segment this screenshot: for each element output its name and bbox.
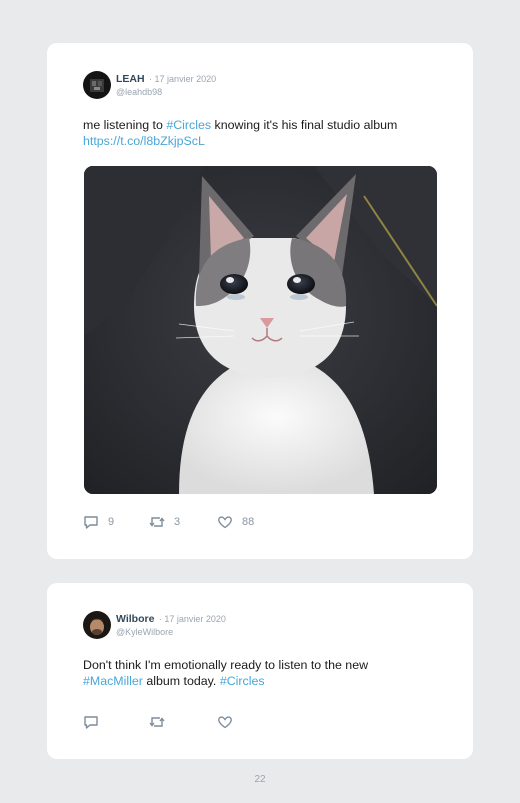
tweet-text-part: knowing it's his final studio album	[211, 118, 398, 132]
author-name[interactable]: LEAH	[116, 73, 145, 85]
reply-button[interactable]: 9	[83, 514, 114, 530]
hashtag-link[interactable]: #Circles	[220, 674, 265, 688]
url-link[interactable]: https://t.co/l8bZkjpScL	[83, 134, 205, 148]
retweet-icon	[149, 717, 165, 727]
heart-icon	[218, 716, 232, 729]
tweet-image[interactable]	[84, 166, 437, 494]
reply-icon	[84, 516, 98, 529]
tweet-card: Wilbore · 17 janvier 2020 @KyleWilbore D…	[47, 583, 473, 759]
avatar[interactable]	[83, 611, 111, 639]
tweet-text: Don't think I'm emotionally ready to lis…	[83, 658, 443, 689]
tweet-text-part: album today.	[142, 673, 220, 688]
tweet-text-part: Don't think I'm emotionally ready to lis…	[83, 658, 369, 672]
page-number: 22	[254, 774, 266, 785]
retweet-button[interactable]: 3	[149, 514, 180, 530]
like-count: 88	[242, 516, 255, 528]
tweet-header: Wilbore · 17 janvier 2020 @KyleWilbore	[116, 612, 226, 638]
avatar[interactable]	[83, 71, 111, 99]
tweet-card: LEAH · 17 janvier 2020 @leahdb98 me list…	[47, 43, 473, 559]
like-button[interactable]	[217, 714, 233, 730]
reply-count: 9	[108, 516, 115, 528]
retweet-button[interactable]	[149, 714, 165, 730]
reply-icon	[84, 716, 98, 729]
retweet-icon	[149, 517, 165, 527]
tweet-text: me listening to #Circles knowing it's hi…	[83, 118, 443, 149]
author-handle[interactable]: @KyleWilbore	[116, 626, 226, 638]
hashtag-link[interactable]: #MacMiller	[83, 674, 143, 688]
tweet-date[interactable]: · 17 janvier 2020	[159, 614, 226, 624]
hashtag-link[interactable]: #Circles	[166, 118, 211, 132]
like-button[interactable]: 88	[217, 514, 254, 530]
heart-icon	[218, 516, 232, 529]
author-handle[interactable]: @leahdb98	[116, 86, 216, 98]
tweet-text-part: me listening to	[83, 118, 167, 132]
retweet-count: 3	[174, 516, 181, 528]
reply-button[interactable]	[83, 714, 99, 730]
tweet-header: LEAH · 17 janvier 2020 @leahdb98	[116, 72, 216, 98]
author-name[interactable]: Wilbore	[116, 613, 154, 625]
tweet-date[interactable]: · 17 janvier 2020	[149, 74, 216, 84]
